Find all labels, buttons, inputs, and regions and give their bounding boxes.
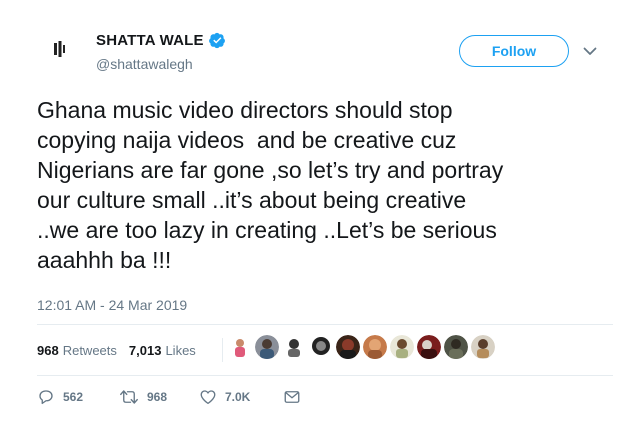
heart-icon xyxy=(200,390,216,405)
reply-icon xyxy=(39,390,53,405)
tweet-timestamp[interactable]: 12:01 AM - 24 Mar 2019 xyxy=(37,297,187,313)
retweets-count: 968 xyxy=(37,343,59,358)
reply-count: 562 xyxy=(63,390,84,404)
follow-button[interactable]: Follow xyxy=(459,35,569,67)
verified-badge-icon xyxy=(208,32,226,49)
tweet-stats: 968 Retweets 7,013 Likes xyxy=(37,338,223,362)
tweet-line: aaahhh ba !!! xyxy=(37,247,172,273)
divider xyxy=(37,324,613,325)
like-count: 7.0K xyxy=(225,390,251,404)
name-row[interactable]: SHATTA WALE xyxy=(96,32,226,49)
tweet-line: ..we are too lazy in creating ..Let’s be… xyxy=(37,217,497,243)
tweet-actions: 562 968 7.0K xyxy=(37,388,301,406)
tweet-line: copying naija videos and be creative cuz xyxy=(37,127,457,153)
tweet-line: our culture small ..it’s about being cre… xyxy=(37,187,467,213)
likes-count: 7,013 xyxy=(128,343,162,358)
retweets-label: Retweets xyxy=(62,343,117,358)
likes-label: Likes xyxy=(165,343,196,358)
stats-separator xyxy=(222,338,223,362)
liker-avatar[interactable] xyxy=(444,335,468,359)
liker-avatar[interactable] xyxy=(363,335,387,359)
liker-avatar[interactable] xyxy=(282,335,306,359)
retweet-icon xyxy=(120,390,138,404)
liker-avatar[interactable] xyxy=(417,335,441,359)
tweet-text: Ghana music video directors should stop … xyxy=(37,95,617,275)
envelope-icon xyxy=(284,391,300,403)
reply-button[interactable]: 562 xyxy=(37,388,119,406)
liker-avatar[interactable] xyxy=(390,335,414,359)
liker-avatar[interactable] xyxy=(471,335,495,359)
user-handle[interactable]: @shattawalegh xyxy=(96,56,193,72)
retweet-count: 968 xyxy=(147,390,168,404)
liker-avatars xyxy=(228,335,495,359)
liker-avatar[interactable] xyxy=(309,335,333,359)
display-name[interactable]: SHATTA WALE xyxy=(96,32,204,49)
tweet-card: SHATTA WALE @shattawalegh Follow Ghana m… xyxy=(0,0,633,436)
tweet-line: Nigerians are far gone ,so let’s try and… xyxy=(37,157,504,183)
divider xyxy=(37,375,613,376)
user-avatar[interactable] xyxy=(38,27,82,71)
more-options-button[interactable] xyxy=(581,42,599,60)
liker-avatar[interactable] xyxy=(228,335,252,359)
like-button[interactable]: 7.0K xyxy=(199,388,283,406)
chevron-down-icon xyxy=(583,47,597,55)
likes-stat[interactable]: 7,013 Likes xyxy=(129,343,196,358)
direct-message-button[interactable] xyxy=(283,389,301,405)
tweet-line: Ghana music video directors should stop xyxy=(37,97,453,123)
waveform-bars-icon xyxy=(54,41,65,57)
retweet-button[interactable]: 968 xyxy=(119,388,199,406)
liker-avatar[interactable] xyxy=(336,335,360,359)
retweets-stat[interactable]: 968 Retweets xyxy=(37,343,117,358)
liker-avatar[interactable] xyxy=(255,335,279,359)
